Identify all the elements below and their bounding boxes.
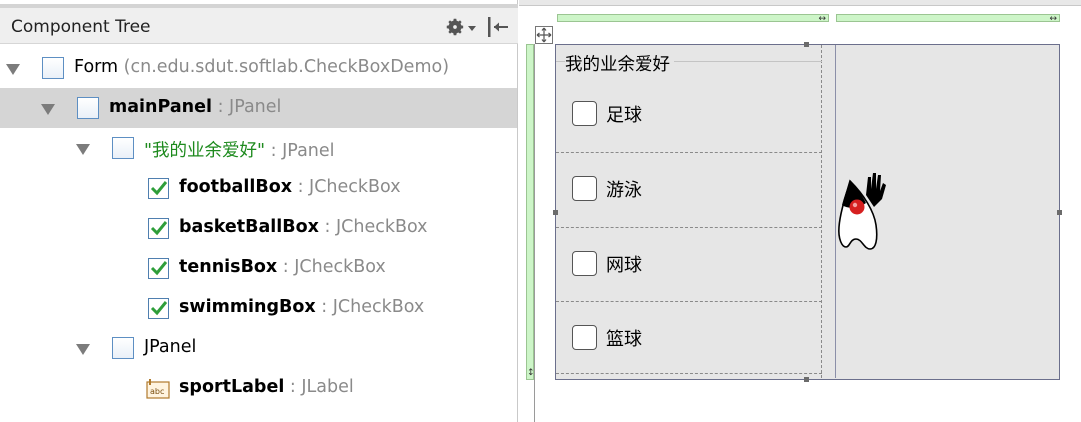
panel-gap [822,45,836,378]
form-designer-canvas[interactable]: ↔ ↔ ↕ 我的业余爱好 足球 游泳 网球 篮球 [519,0,1081,422]
label-icon: abc [146,379,170,399]
checkbox-label: 网球 [606,255,642,276]
duke-mascot-icon[interactable] [836,165,890,259]
resize-handle[interactable] [804,42,809,47]
header-top-strip [0,4,518,8]
node-separator: : [212,97,230,117]
designer-top-strip [519,0,1081,6]
expand-arrow-icon[interactable] [6,64,20,75]
cell-divider [556,227,822,228]
checkbox-square[interactable] [572,251,597,276]
resize-handle[interactable] [804,377,809,382]
tree-node-sport-label[interactable]: abc sportLabel : JLabel [0,368,517,408]
checkbox-label: 足球 [606,105,642,126]
column-resize-icon[interactable]: ↔ [1049,15,1057,24]
node-type: (cn.edu.sdut.softlab.CheckBoxDemo) [123,57,450,77]
row-guide[interactable]: ↕ [526,44,535,380]
checkbox-square[interactable] [572,101,597,126]
panel-icon [112,337,134,359]
panel-icon [77,97,99,119]
checkbox-icon [148,218,169,239]
tree-node-label: "我的业余爱好" : JPanel [144,137,335,162]
column-resize-icon[interactable]: ↔ [818,15,826,24]
tree-node-jpanel[interactable]: JPanel [0,328,517,368]
tree-node-basketball-box[interactable]: basketBallBox : JCheckBox [0,208,517,248]
move-handle-icon[interactable] [535,26,553,44]
node-name: mainPanel [109,97,212,117]
node-separator: : [292,177,310,197]
node-name: swimmingBox [179,297,316,317]
checkbox-icon [148,178,169,199]
tree-node-label: footballBox : JCheckBox [179,177,401,197]
node-separator: : [315,297,333,317]
resize-handle[interactable] [1057,210,1062,215]
expand-arrow-icon[interactable] [76,344,90,355]
canvas-divider [534,44,535,422]
tree-node-label: tennisBox : JCheckBox [179,257,386,277]
node-name: Form [74,57,119,77]
checkbox-square[interactable] [572,176,597,201]
collapse-all-icon[interactable] [486,16,510,38]
node-name: footballBox [179,177,293,197]
chevron-down-icon[interactable] [468,26,476,31]
node-name: tennisBox [179,257,278,277]
tree-node-label: JPanel [144,337,196,357]
node-separator: : [318,217,336,237]
tree-node-label: sportLabel : JLabel [179,377,354,397]
svg-text:abc: abc [150,387,164,396]
node-type: JLabel [301,377,354,397]
tree-node-label: mainPanel : JPanel [109,97,281,117]
tree-node-swimming-box[interactable]: swimmingBox : JCheckBox [0,288,517,328]
form-icon [42,57,64,79]
node-separator: : [265,141,283,161]
expand-arrow-icon[interactable] [41,104,55,115]
panel-icon [112,137,134,159]
checkbox-square[interactable] [572,325,597,350]
cell-divider [556,373,822,374]
tree-node-hobby-panel[interactable]: "我的业余爱好" : JPanel [0,128,517,168]
column-guide-1[interactable]: ↔ [557,14,829,24]
cell-divider [556,301,822,302]
tree-node-label: swimmingBox : JCheckBox [179,297,424,317]
component-tree-header: Component Tree [0,4,518,44]
hobby-panel[interactable]: 我的业余爱好 足球 游泳 网球 篮球 [556,45,822,378]
tree-node-form[interactable]: Form (cn.edu.sdut.softlab.CheckBoxDemo) [0,48,517,88]
node-name: basketBallBox [179,217,319,237]
checkbox-icon [148,298,169,319]
node-name: "我的业余爱好" [144,141,266,161]
node-type: JPanel [282,141,335,161]
component-tree-panel: Component Tree Form (cn.edu.sdut.softlab… [0,0,518,422]
node-separator: : [284,377,302,397]
hobby-panel-title: 我的业余爱好 [565,51,674,76]
checkbox-label: 游泳 [606,180,642,201]
node-name: sportLabel [179,377,285,397]
node-type: JPanel [229,97,282,117]
column-guide-2[interactable]: ↔ [836,14,1060,24]
gear-icon[interactable] [444,16,466,38]
expand-arrow-icon[interactable] [76,144,90,155]
checkbox-label: 篮球 [606,329,642,350]
tree-node-tennis-box[interactable]: tennisBox : JCheckBox [0,248,517,288]
checkbox-icon [148,258,169,279]
resize-handle[interactable] [553,210,558,215]
node-type: JCheckBox [309,177,401,197]
main-panel[interactable]: 我的业余爱好 足球 游泳 网球 篮球 [553,42,1062,382]
tree-node-football-box[interactable]: footballBox : JCheckBox [0,168,517,208]
tree-node-main-panel[interactable]: mainPanel : JPanel [0,88,517,128]
node-type: JCheckBox [335,217,428,237]
node-separator: : [277,257,295,277]
sport-panel[interactable] [836,45,1058,378]
cell-divider [556,152,822,153]
component-tree-title: Component Tree [11,17,151,37]
tree-node-label: Form (cn.edu.sdut.softlab.CheckBoxDemo) [74,57,449,77]
node-type: JCheckBox [332,297,425,317]
tree-node-label: basketBallBox : JCheckBox [179,217,428,237]
node-type: JCheckBox [294,257,386,277]
node-name: JPanel [144,337,197,357]
